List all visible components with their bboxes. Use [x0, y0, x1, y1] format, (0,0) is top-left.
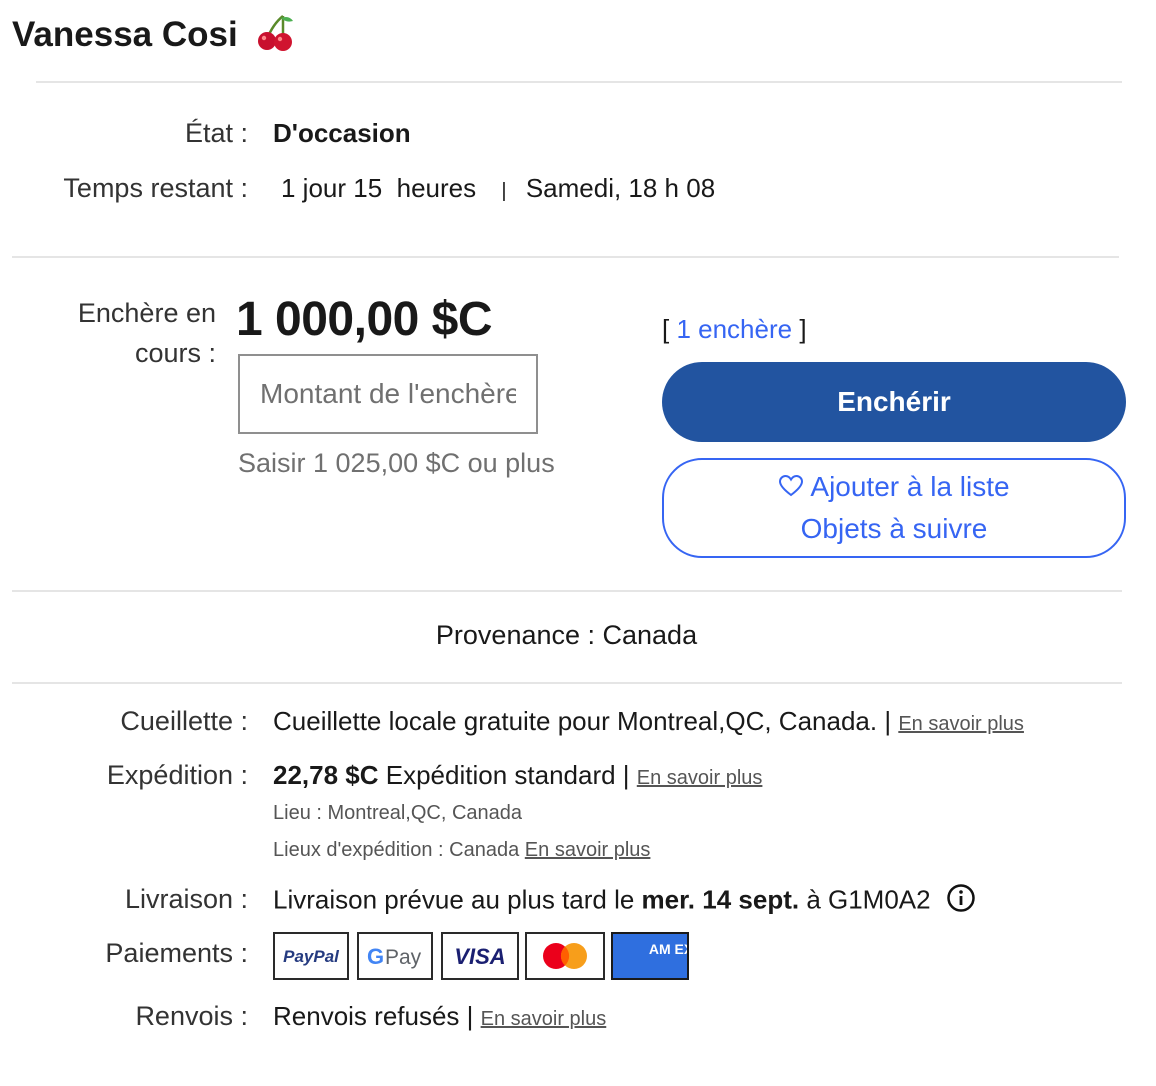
seller-name[interactable]: Vanessa Cosi: [12, 12, 295, 61]
returns-value: Renvois refusés | En savoir plus: [273, 1001, 607, 1031]
place-bid-button[interactable]: Enchérir: [662, 362, 1126, 442]
time-left-label: Temps restant :: [63, 173, 248, 203]
svg-text:VISA: VISA: [454, 944, 505, 969]
divider-top: [36, 81, 1122, 83]
bid-hint: Saisir 1 025,00 $C ou plus: [238, 448, 555, 478]
divider-bid-bottom: [12, 590, 1122, 592]
divider-bid-top: [12, 256, 1119, 258]
svg-text:Pay: Pay: [385, 946, 422, 969]
delivery-value: Livraison prévue au plus tard le mer. 14…: [273, 883, 976, 920]
delivery-label: Livraison :: [124, 884, 248, 914]
heart-icon: [778, 469, 804, 509]
time-left-value: 1 jour 15 heures | Samedi, 18 h 08: [281, 173, 716, 203]
payments-label: Paiements :: [105, 938, 248, 968]
pickup-label: Cueillette :: [120, 706, 248, 736]
shipping-label: Expédition :: [106, 760, 248, 790]
shipping-value: 22,78 $C Expédition standard | En savoir…: [273, 760, 763, 790]
google-pay-logo: G Pay: [357, 932, 433, 980]
condition-label: État :: [184, 118, 248, 148]
shipping-location: Lieu : Montreal,QC, Canada: [273, 802, 523, 824]
visa-logo: VISA: [441, 932, 519, 980]
info-icon[interactable]: [946, 883, 976, 920]
svg-text:AM EX: AM EX: [649, 941, 687, 957]
pickup-value: Cueillette locale gratuite pour Montreal…: [273, 706, 1024, 736]
svg-text:PayPal: PayPal: [283, 947, 340, 966]
ship-to-learn-more-link[interactable]: En savoir plus: [525, 839, 651, 861]
shipping-destinations: Lieux d'expédition : Canada En savoir pl…: [273, 839, 651, 861]
svg-text:G: G: [367, 944, 384, 969]
current-bid-price: 1 000,00 $C: [236, 293, 493, 346]
origin-text: Provenance : Canada: [435, 620, 698, 650]
returns-learn-more-link[interactable]: En savoir plus: [481, 1008, 607, 1030]
add-to-watchlist-button[interactable]: Ajouter à la liste Objets à suivre: [662, 458, 1126, 558]
amex-logo: AM EX: [611, 932, 694, 980]
bid-amount-input[interactable]: [238, 354, 538, 434]
bid-count: [ 1 enchère ]: [662, 314, 807, 344]
current-bid-label: Enchère en cours :: [77, 298, 216, 368]
pickup-learn-more-link[interactable]: En savoir plus: [898, 713, 1024, 735]
cherry-icon: [255, 12, 295, 61]
bid-count-link[interactable]: 1 enchère: [676, 314, 792, 344]
shipping-learn-more-link[interactable]: En savoir plus: [637, 767, 763, 789]
shipping-price: 22,78 $C: [273, 760, 379, 790]
divider-origin: [12, 682, 1122, 684]
mastercard-logo: [525, 932, 605, 980]
paypal-logo: PayPal: [273, 932, 349, 980]
returns-label: Renvois :: [135, 1001, 248, 1031]
auction-end-time: Samedi, 18 h 08: [525, 173, 716, 203]
condition-value: D'occasion: [273, 118, 411, 148]
